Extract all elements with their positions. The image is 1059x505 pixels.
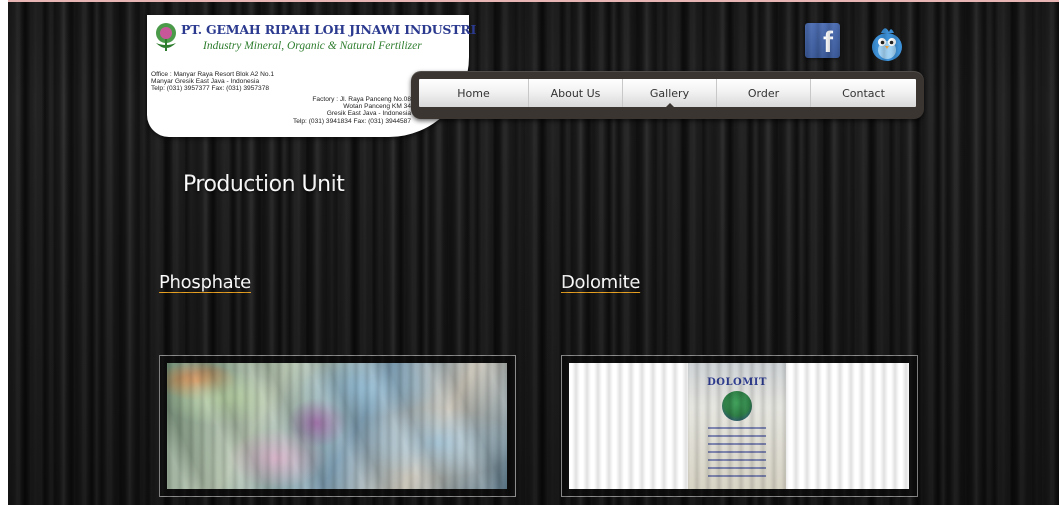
dolomite-product-photo: DOLOMIT [569, 363, 909, 489]
factory-address-line: Gresik East Java - Indonesia [326, 110, 411, 118]
company-name: PT. GEMAH RIPAH LOH JINAWI INDUSTRI [181, 22, 477, 37]
nav-bar: Home About Us Gallery Order Contact [419, 79, 916, 108]
office-address-line: Manyar Gresik East Java - Indonesia [151, 78, 260, 86]
office-address: Office : Manyar Raya Resort Blok A2 No.1… [151, 71, 274, 93]
main-navigation: Home About Us Gallery Order Contact [411, 71, 924, 119]
facebook-icon[interactable]: f [805, 23, 840, 58]
nav-item-about-us[interactable]: About Us [529, 79, 623, 107]
dolomite-bag-label-text [708, 427, 766, 479]
phosphate-product-photo [167, 363, 507, 489]
factory-address: Factory : Jl. Raya Panceng No.08 Wotan P… [293, 96, 411, 125]
company-logo-icon [156, 23, 176, 51]
dolomite-bag-brand: DOLOMIT [707, 377, 767, 388]
gallery-thumbnail-phosphate[interactable] [159, 355, 516, 497]
company-tagline: Industry Mineral, Organic & Natural Fert… [203, 40, 422, 52]
category-link-dolomite[interactable]: Dolomite [561, 272, 640, 293]
gallery-thumbnail-dolomite[interactable]: DOLOMIT [561, 355, 918, 497]
category-link-phosphate[interactable]: Phosphate [159, 272, 251, 293]
nav-item-contact[interactable]: Contact [811, 79, 916, 107]
twitter-bird-icon[interactable] [867, 20, 907, 64]
nav-item-gallery[interactable]: Gallery [623, 79, 717, 108]
factory-contact-line: Telp: (031) 3941834 Fax: (031) 3944587 [292, 117, 411, 125]
dolomite-bag-emblem-icon [722, 391, 752, 421]
factory-address-line: Wotan Panceng KM 34 [343, 103, 411, 111]
factory-address-line: Factory : Jl. Raya Panceng No.08 [312, 96, 411, 103]
nav-item-order[interactable]: Order [717, 79, 811, 107]
office-contact-line: Telp: (031) 3957377 Fax: (031) 3957378 [151, 85, 270, 93]
nav-item-home[interactable]: Home [419, 79, 529, 107]
page-background: PT. GEMAH RIPAH LOH JINAWI INDUSTRI Indu… [8, 0, 1059, 505]
office-address-line: Office : Manyar Raya Resort Blok A2 No.1 [151, 71, 275, 78]
dolomite-bag-image: DOLOMIT [688, 363, 786, 489]
page-title: Production Unit [183, 172, 345, 197]
